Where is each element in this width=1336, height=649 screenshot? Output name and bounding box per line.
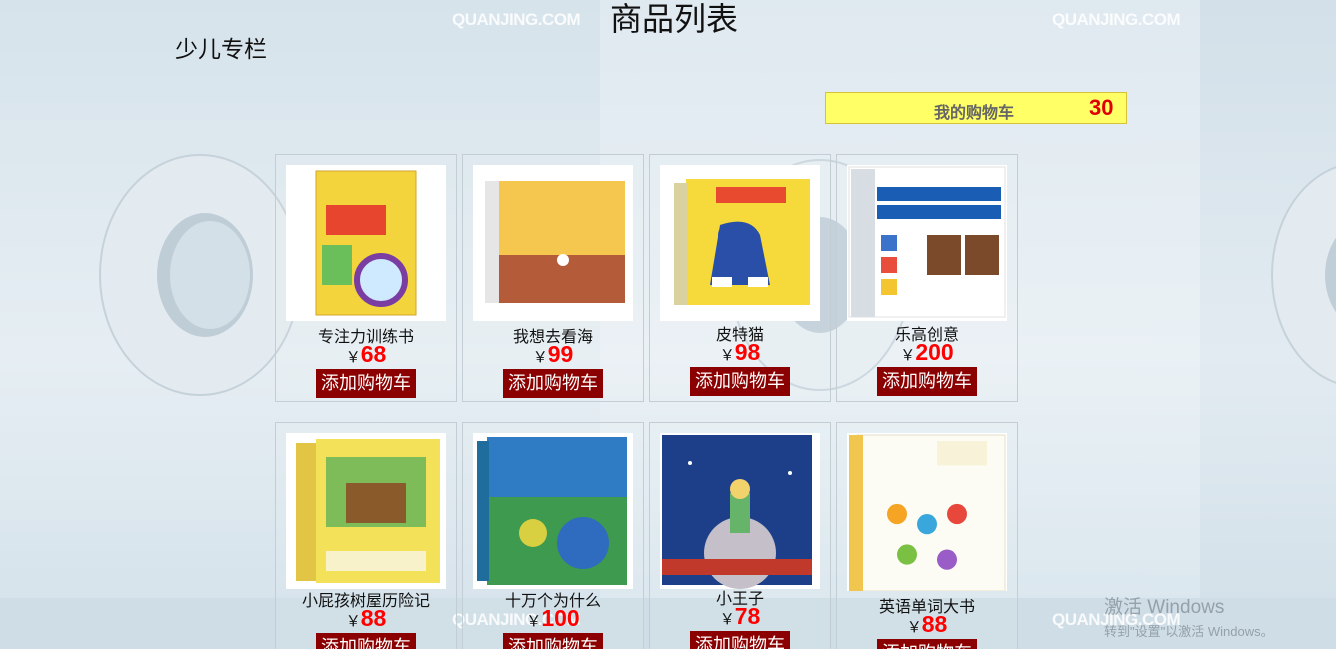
watermark-top-left: QUANJING.COM [452, 10, 581, 29]
section-title: 少儿专栏 [175, 37, 267, 63]
shopping-cart-label[interactable]: 我的购物车 [934, 99, 1014, 123]
price-value: 88 [921, 611, 948, 637]
currency-symbol: ￥ [719, 346, 735, 364]
currency-symbol: ￥ [719, 610, 735, 628]
product-price: ￥98 [650, 339, 830, 366]
add-to-cart-button[interactable]: 添加购物车 [690, 631, 790, 649]
product-card: 乐高创意 ￥200 添加购物车 [836, 154, 1018, 402]
windows-activation-notice: 激活 Windows 转到"设置"以激活 Windows。 [1104, 592, 1274, 640]
product-price: ￥100 [463, 605, 643, 632]
price-value: 68 [360, 341, 387, 367]
product-card: 专注力训练书 ￥68 添加购物车 [275, 154, 457, 402]
price-value: 78 [734, 603, 761, 629]
product-price: ￥78 [650, 603, 830, 630]
windows-activation-title: 激活 Windows [1104, 597, 1225, 618]
product-card: 小屁孩树屋历险记 ￥88 添加购物车 [275, 422, 457, 649]
product-cover-image[interactable] [286, 433, 446, 589]
price-value: 88 [360, 605, 387, 631]
product-cover-image[interactable] [473, 165, 633, 321]
product-cover-image[interactable] [286, 165, 446, 321]
currency-symbol: ￥ [345, 348, 361, 366]
background-ring-left [99, 154, 301, 396]
add-to-cart-button[interactable]: 添加购物车 [316, 633, 416, 649]
price-value: 98 [734, 339, 761, 365]
price-value: 200 [915, 339, 954, 365]
product-card: 英语单词大书￥88添加购物车 [836, 422, 1018, 649]
watermark-top-right: QUANJING.COM [1052, 10, 1181, 29]
product-cover-image[interactable] [847, 433, 1007, 591]
product-price: ￥99 [463, 341, 643, 368]
currency-symbol: ￥ [345, 612, 361, 630]
price-value: 100 [541, 605, 580, 631]
shopping-cart-count: 30 [1089, 95, 1114, 120]
product-cover-image[interactable] [660, 165, 820, 321]
currency-symbol: ￥ [526, 612, 542, 630]
product-card: 皮特猫 ￥98 添加购物车 [649, 154, 831, 402]
product-price: ￥200 [837, 339, 1017, 366]
currency-symbol: ￥ [900, 346, 916, 364]
product-price: ￥68 [276, 341, 456, 368]
add-to-cart-button[interactable]: 添加购物车 [877, 639, 977, 649]
product-cover-image[interactable] [847, 165, 1007, 321]
product-price: ￥88 [837, 611, 1017, 638]
currency-symbol: ￥ [906, 618, 922, 636]
add-to-cart-button[interactable]: 添加购物车 [690, 367, 790, 396]
currency-symbol: ￥ [532, 348, 548, 366]
add-to-cart-button[interactable]: 添加购物车 [316, 369, 416, 398]
product-card: 小王子 ￥78 添加购物车 [649, 422, 831, 649]
product-card: 十万个为什么 ￥100 添加购物车 [462, 422, 644, 649]
product-cover-image[interactable] [473, 433, 633, 589]
add-to-cart-button[interactable]: 添加购物车 [877, 367, 977, 396]
price-value: 99 [547, 341, 574, 367]
product-price: ￥88 [276, 605, 456, 632]
product-cover-image[interactable] [660, 433, 820, 589]
windows-activation-hint: 转到"设置"以激活 Windows。 [1104, 624, 1274, 639]
shopping-cart-box[interactable]: 我的购物车 30 [825, 92, 1127, 124]
background-ring-right [1271, 166, 1336, 384]
add-to-cart-button[interactable]: 添加购物车 [503, 369, 603, 398]
product-card: 我想去看海 ￥99 添加购物车 [462, 154, 644, 402]
page-title: 商品列表 [610, 0, 739, 38]
add-to-cart-button[interactable]: 添加购物车 [503, 633, 603, 649]
